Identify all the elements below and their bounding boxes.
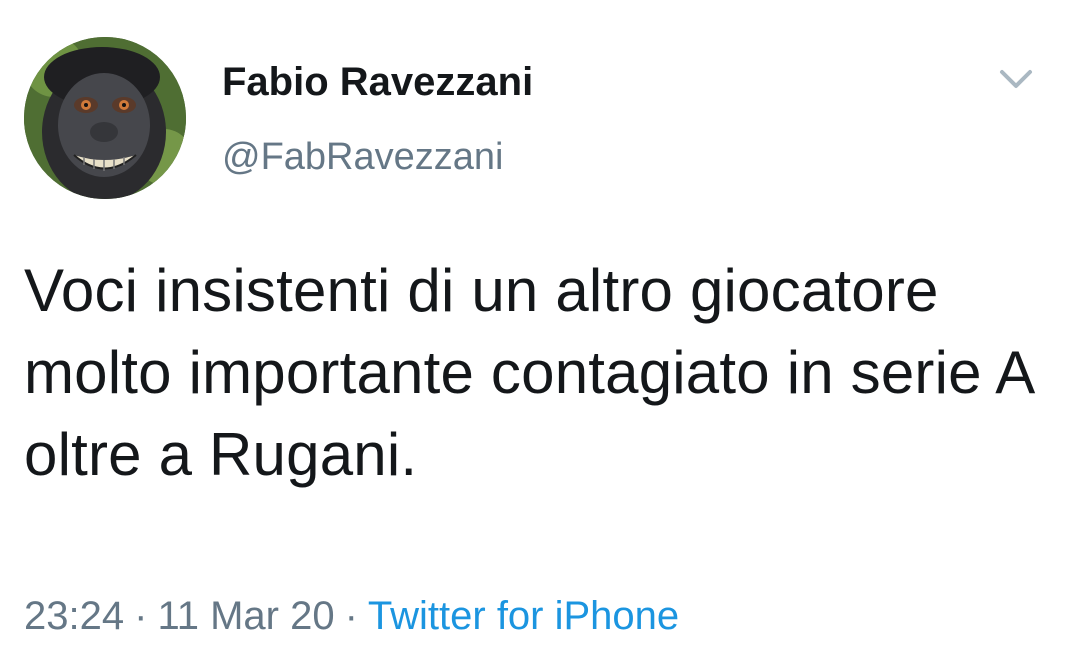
avatar[interactable] [24, 37, 186, 199]
tweet-time: 23:24 [24, 594, 125, 638]
tweet-date: 11 Mar 20 [157, 594, 335, 638]
author-display-name[interactable]: Fabio Ravezzani [222, 58, 533, 106]
tweet-source-link[interactable]: Twitter for iPhone [368, 594, 679, 638]
chevron-down-icon[interactable] [996, 64, 1036, 94]
meta-separator: · [134, 594, 148, 638]
author-handle[interactable]: @FabRavezzani [222, 134, 503, 180]
tweet-text: Voci insistenti di un altro giocatore mo… [24, 257, 1033, 488]
tweet-card: Fabio Ravezzani @FabRavezzani Voci insis… [0, 0, 1068, 672]
monkey-face-icon [24, 37, 186, 199]
tweet-meta: 23:24 · 11 Mar 20 · Twitter for iPhone [24, 592, 679, 640]
meta-separator: · [344, 594, 358, 638]
